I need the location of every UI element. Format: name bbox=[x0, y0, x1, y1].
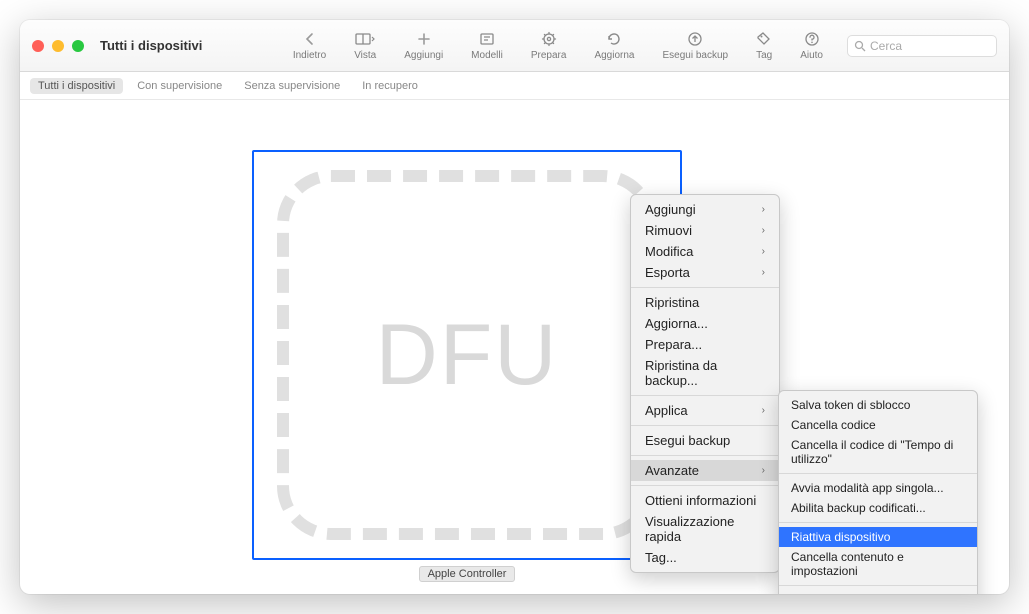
search-input[interactable]: Cerca bbox=[847, 35, 997, 57]
submenu-erase[interactable]: Cancella contenuto e impostazioni bbox=[779, 547, 977, 581]
menu-separator bbox=[631, 395, 779, 396]
submenu-encrypted-backup[interactable]: Abilita backup codificati... bbox=[779, 498, 977, 518]
fullscreen-window-button[interactable] bbox=[72, 40, 84, 52]
chevron-right-icon: › bbox=[762, 405, 765, 416]
chevron-right-icon: › bbox=[762, 246, 765, 257]
filter-supervised[interactable]: Con supervisione bbox=[129, 78, 230, 94]
advanced-submenu: Salva token di sblocco Cancella codice C… bbox=[778, 390, 978, 594]
search-placeholder: Cerca bbox=[870, 39, 902, 53]
chevron-left-icon bbox=[304, 30, 316, 48]
tag-button[interactable]: Tag bbox=[742, 26, 786, 65]
search-icon bbox=[854, 40, 866, 52]
view-button[interactable]: Vista bbox=[340, 26, 390, 65]
filter-unsupervised[interactable]: Senza supervisione bbox=[236, 78, 348, 94]
chevron-right-icon: › bbox=[762, 267, 765, 278]
submenu-save-unlock-token[interactable]: Salva token di sblocco bbox=[779, 395, 977, 415]
menu-tag[interactable]: Tag... bbox=[631, 547, 779, 568]
submenu-revive-device[interactable]: Riattiva dispositivo bbox=[779, 527, 977, 547]
titlebar: Tutti i dispositivi Indietro Vista Aggiu… bbox=[20, 20, 1009, 72]
menu-quick-look[interactable]: Visualizzazione rapida bbox=[631, 511, 779, 547]
menu-update[interactable]: Aggiorna... bbox=[631, 313, 779, 334]
menu-get-info[interactable]: Ottieni informazioni bbox=[631, 490, 779, 511]
backup-button[interactable]: Esegui backup bbox=[648, 26, 742, 65]
menu-separator bbox=[631, 425, 779, 426]
menu-prepare[interactable]: Prepara... bbox=[631, 334, 779, 355]
menu-export[interactable]: Esporta› bbox=[631, 262, 779, 283]
question-icon bbox=[804, 30, 820, 48]
submenu-clear-screentime[interactable]: Cancella il codice di "Tempo di utilizzo… bbox=[779, 435, 977, 469]
menu-add[interactable]: Aggiungi› bbox=[631, 199, 779, 220]
close-window-button[interactable] bbox=[32, 40, 44, 52]
upload-circle-icon bbox=[687, 30, 703, 48]
chevron-right-icon: › bbox=[762, 204, 765, 215]
menu-separator bbox=[631, 485, 779, 486]
submenu-restart[interactable]: Riavvia dispositivo bbox=[779, 590, 977, 594]
update-button[interactable]: Aggiorna bbox=[580, 26, 648, 65]
menu-separator bbox=[631, 455, 779, 456]
menu-separator bbox=[631, 287, 779, 288]
menu-advanced[interactable]: Avanzate› bbox=[631, 460, 779, 481]
chevron-right-icon: › bbox=[762, 465, 765, 476]
menu-backup[interactable]: Esegui backup bbox=[631, 430, 779, 451]
menu-separator bbox=[779, 522, 977, 523]
device-card[interactable]: DFU bbox=[252, 150, 682, 560]
traffic-lights bbox=[32, 40, 84, 52]
blueprint-icon bbox=[479, 30, 495, 48]
help-button[interactable]: Aiuto bbox=[786, 26, 837, 65]
menu-separator bbox=[779, 585, 977, 586]
menu-separator bbox=[779, 473, 977, 474]
device-placeholder: DFU bbox=[277, 170, 657, 540]
tag-icon bbox=[756, 30, 772, 48]
menu-restore[interactable]: Ripristina bbox=[631, 292, 779, 313]
menu-restore-backup[interactable]: Ripristina da backup... bbox=[631, 355, 779, 391]
submenu-single-app[interactable]: Avvia modalità app singola... bbox=[779, 478, 977, 498]
window: Tutti i dispositivi Indietro Vista Aggiu… bbox=[20, 20, 1009, 594]
columns-icon bbox=[355, 30, 375, 48]
content-area: DFU Apple Controller Aggiungi› Rimuovi› … bbox=[20, 100, 1009, 594]
window-title: Tutti i dispositivi bbox=[100, 38, 202, 53]
filter-all[interactable]: Tutti i dispositivi bbox=[30, 78, 123, 94]
filter-recovery[interactable]: In recupero bbox=[354, 78, 426, 94]
add-button[interactable]: Aggiungi bbox=[390, 26, 457, 65]
chevron-right-icon: › bbox=[762, 225, 765, 236]
back-button[interactable]: Indietro bbox=[279, 26, 340, 65]
menu-remove[interactable]: Rimuovi› bbox=[631, 220, 779, 241]
submenu-clear-passcode[interactable]: Cancella codice bbox=[779, 415, 977, 435]
device-caption: Apple Controller bbox=[252, 564, 682, 582]
prepare-button[interactable]: Prepara bbox=[517, 26, 581, 65]
blueprints-button[interactable]: Modelli bbox=[457, 26, 517, 65]
refresh-icon bbox=[606, 30, 622, 48]
gear-icon bbox=[541, 30, 557, 48]
menu-modify[interactable]: Modifica› bbox=[631, 241, 779, 262]
context-menu: Aggiungi› Rimuovi› Modifica› Esporta› Ri… bbox=[630, 194, 780, 573]
filter-bar: Tutti i dispositivi Con supervisione Sen… bbox=[20, 72, 1009, 100]
menu-apply[interactable]: Applica› bbox=[631, 400, 779, 421]
device-mode-label: DFU bbox=[376, 306, 559, 405]
device-name-label: Apple Controller bbox=[419, 566, 516, 582]
minimize-window-button[interactable] bbox=[52, 40, 64, 52]
plus-icon bbox=[417, 30, 431, 48]
toolbar: Indietro Vista Aggiungi Modelli bbox=[279, 26, 997, 65]
